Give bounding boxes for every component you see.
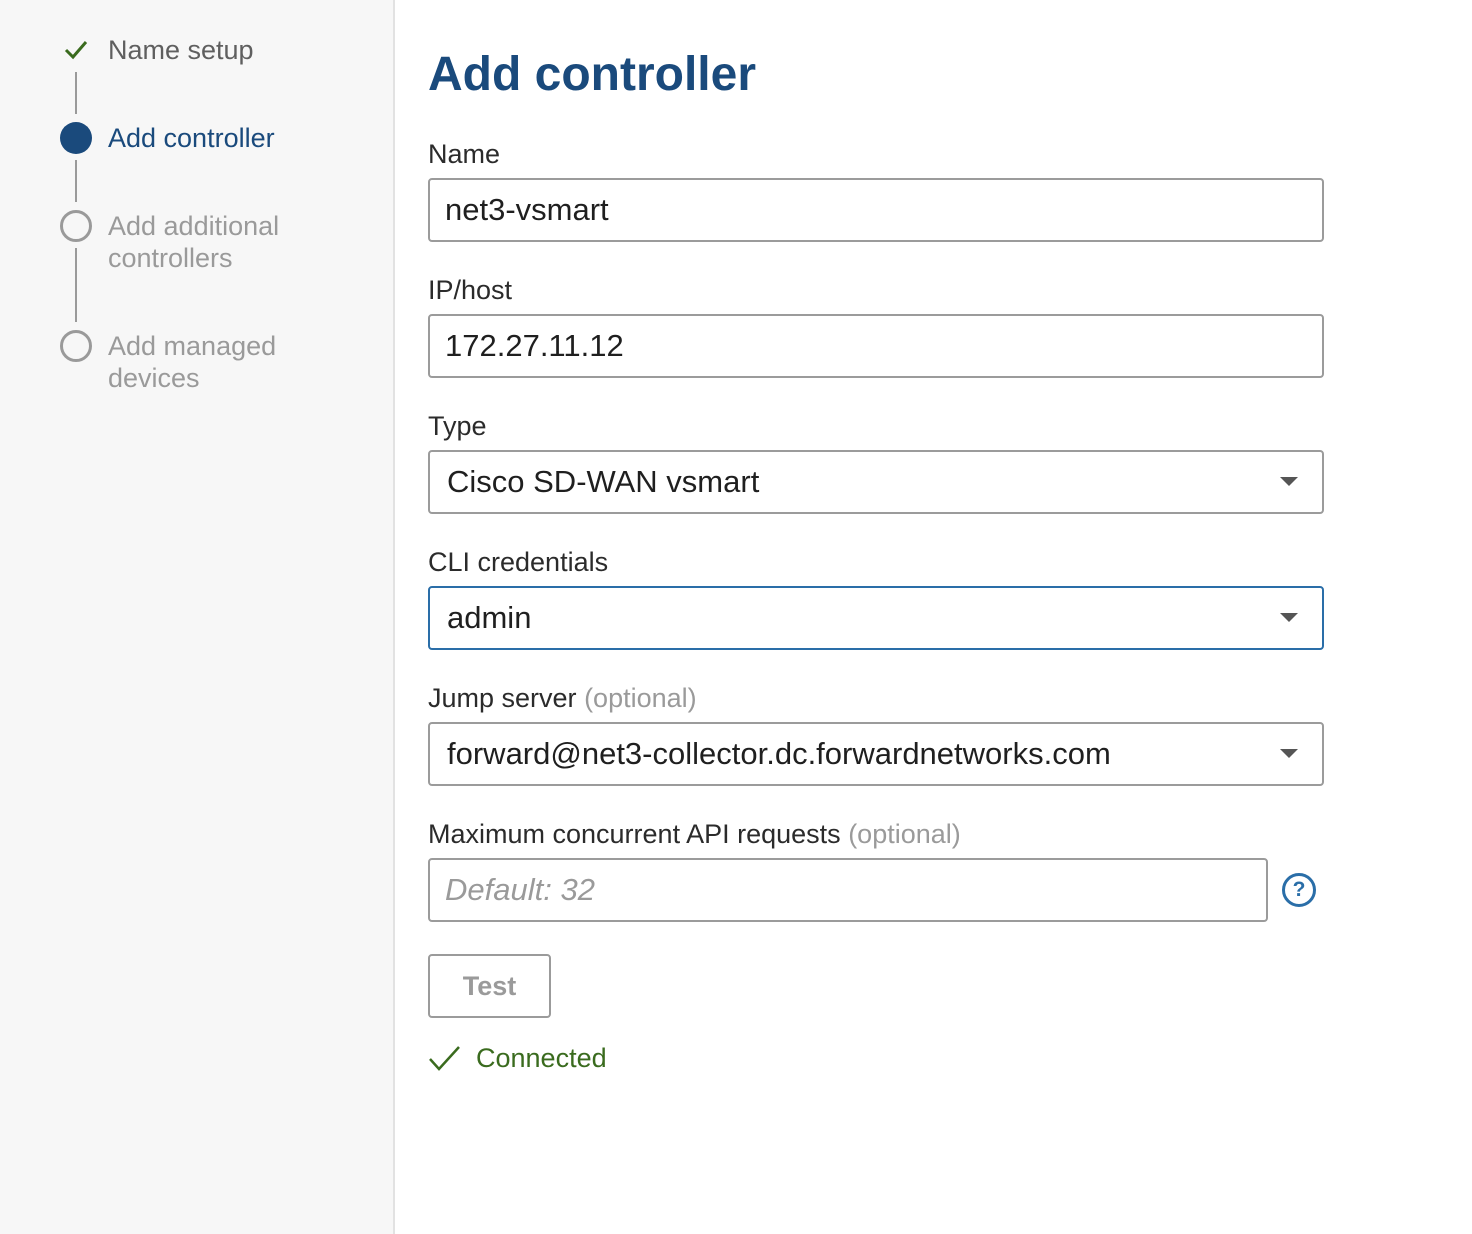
pending-step-circle — [60, 210, 92, 242]
type-label: Type — [428, 411, 487, 441]
step-connector — [75, 160, 77, 202]
step-label: Add controller — [108, 123, 275, 153]
name-input[interactable]: net3-vsmart — [428, 178, 1324, 242]
cli-credentials-select[interactable]: admin — [428, 586, 1324, 650]
wizard-page: Name setup Add controller Add additional… — [0, 0, 1472, 1234]
check-icon — [428, 1042, 462, 1079]
caret-down-icon — [1280, 477, 1298, 486]
test-button[interactable]: Test — [428, 954, 551, 1018]
type-select[interactable]: Cisco SD-WAN vsmart — [428, 450, 1324, 514]
step-connector — [75, 248, 77, 322]
status-text: Connected — [476, 1043, 607, 1073]
page-title: Add controller — [428, 48, 757, 101]
pending-step-circle — [60, 330, 92, 362]
ip-host-label: IP/host — [428, 275, 513, 305]
type-select-value: Cisco SD-WAN vsmart — [447, 464, 760, 499]
jump-server-value: forward@net3-collector.dc.forwardnetwork… — [447, 736, 1111, 771]
optional-hint: (optional) — [584, 683, 697, 713]
active-step-dot — [60, 122, 92, 154]
jump-server-select[interactable]: forward@net3-collector.dc.forwardnetwork… — [428, 722, 1324, 786]
ip-host-input[interactable]: 172.27.11.12 — [428, 314, 1324, 378]
step-label: Add managed devices — [108, 331, 277, 393]
help-circle-icon[interactable]: ? — [1282, 873, 1316, 907]
optional-hint: (optional) — [848, 819, 961, 849]
jump-server-label: Jump server (optional) — [428, 682, 697, 714]
wizard-stepper: Name setup Add controller Add additional… — [0, 0, 395, 1234]
check-icon — [60, 34, 92, 66]
step-label: Add additional controllers — [108, 211, 280, 273]
step-label: Name setup — [108, 35, 254, 65]
step-connector — [75, 72, 77, 114]
cli-credentials-value: admin — [447, 600, 532, 635]
jump-server-label-text: Jump server — [428, 683, 577, 713]
max-api-label-text: Maximum concurrent API requests — [428, 819, 841, 849]
cli-credentials-label: CLI credentials — [428, 547, 609, 577]
caret-down-icon — [1280, 613, 1298, 622]
max-api-label: Maximum concurrent API requests (optiona… — [428, 818, 961, 850]
max-api-input[interactable]: Default: 32 — [428, 858, 1268, 922]
caret-down-icon — [1280, 749, 1298, 758]
name-label: Name — [428, 139, 501, 169]
